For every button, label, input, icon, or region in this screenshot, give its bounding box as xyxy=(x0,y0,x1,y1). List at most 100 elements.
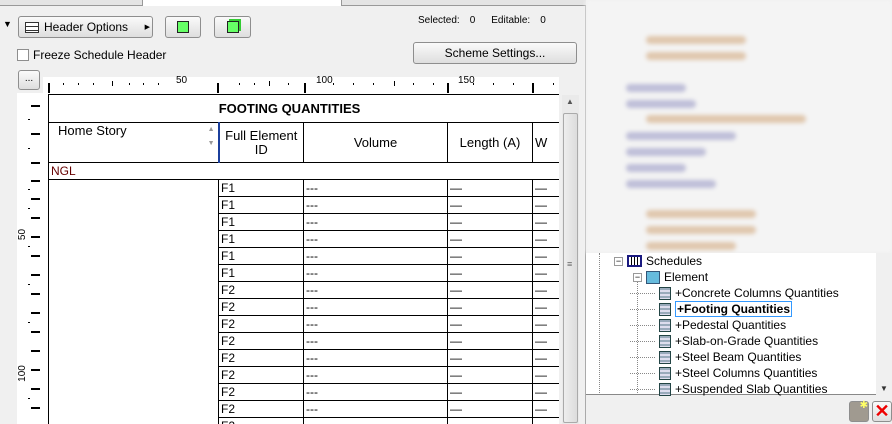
cell-volume[interactable]: --- xyxy=(303,196,448,214)
cell-element-id[interactable]: F1 xyxy=(218,179,304,197)
vertical-scrollbar[interactable]: ▲ ≡ xyxy=(562,95,579,424)
cell-volume[interactable]: --- xyxy=(303,298,448,316)
table-row[interactable]: F1---——— xyxy=(48,264,559,282)
table-row[interactable]: F2---——— xyxy=(48,315,559,333)
collapse-icon[interactable]: − xyxy=(614,256,623,266)
cell-home-story[interactable] xyxy=(48,366,219,384)
table-row[interactable]: F2---——— xyxy=(48,383,559,401)
cell-element-id[interactable]: F1 xyxy=(218,264,304,282)
cell-volume[interactable]: --- xyxy=(303,247,448,265)
cell-home-story[interactable] xyxy=(48,179,219,197)
cell-volume[interactable]: --- xyxy=(303,281,448,299)
cell-volume[interactable]: --- xyxy=(303,230,448,248)
cell-length[interactable]: — xyxy=(447,247,533,265)
group-row-ngl[interactable]: NGL xyxy=(47,162,559,180)
cell-w[interactable]: — xyxy=(531,417,559,424)
cell-length[interactable]: — xyxy=(447,366,533,384)
cell-element-id[interactable]: F2 xyxy=(218,366,304,384)
cell-w[interactable]: — xyxy=(531,196,559,214)
cell-length[interactable]: — xyxy=(447,315,533,333)
cell-home-story[interactable] xyxy=(48,298,219,316)
column-header-length[interactable]: Length (A) xyxy=(447,122,533,163)
cell-length[interactable]: — xyxy=(447,332,533,350)
select-rect-button[interactable] xyxy=(165,16,201,38)
table-row[interactable]: F2---——— xyxy=(48,400,559,418)
cell-w[interactable]: — xyxy=(531,332,559,350)
cell-length[interactable]: — xyxy=(447,213,533,231)
table-row[interactable]: F2---——— xyxy=(48,366,559,384)
tree-item-schedule[interactable]: +Footing Quantities xyxy=(630,301,792,317)
scroll-down-icon[interactable]: ▼ xyxy=(880,384,888,393)
cell-volume[interactable]: --- xyxy=(303,349,448,367)
cell-element-id[interactable]: F2 xyxy=(218,298,304,316)
table-row[interactable]: F2---——— xyxy=(48,298,559,316)
tree-item-schedule[interactable]: +Slab-on-Grade Quantities xyxy=(630,333,818,349)
table-row[interactable]: F1---——— xyxy=(48,230,559,248)
cell-length[interactable]: — xyxy=(447,400,533,418)
cell-volume[interactable]: --- xyxy=(303,417,448,424)
column-header-w[interactable]: W xyxy=(531,122,559,163)
cell-home-story[interactable] xyxy=(48,230,219,248)
table-row[interactable]: F2---——— xyxy=(48,281,559,299)
scroll-up-icon[interactable]: ▲ xyxy=(566,97,574,106)
cell-home-story[interactable] xyxy=(48,417,219,424)
cell-length[interactable]: — xyxy=(447,298,533,316)
cell-w[interactable]: — xyxy=(531,264,559,282)
header-options-button[interactable]: Header Options ▶ xyxy=(18,16,153,38)
cell-volume[interactable]: --- xyxy=(303,332,448,350)
cell-w[interactable]: — xyxy=(531,247,559,265)
cell-length[interactable]: — xyxy=(447,230,533,248)
checkbox[interactable] xyxy=(17,49,29,61)
cell-w[interactable]: — xyxy=(531,315,559,333)
cell-w[interactable]: — xyxy=(531,230,559,248)
table-row[interactable]: F2---——— xyxy=(48,417,559,424)
cell-element-id[interactable]: F2 xyxy=(218,332,304,350)
collapse-arrow-icon[interactable]: ▼ xyxy=(3,19,12,29)
cell-home-story[interactable] xyxy=(48,400,219,418)
tree-item-schedules[interactable]: − Schedules xyxy=(614,253,702,269)
cell-element-id[interactable]: F1 xyxy=(218,213,304,231)
tree-item-schedule[interactable]: +Steel Columns Quantities xyxy=(630,365,817,381)
tree-item-schedule[interactable]: +Concrete Columns Quantities xyxy=(630,285,839,301)
cell-element-id[interactable]: F1 xyxy=(218,247,304,265)
cell-length[interactable]: — xyxy=(447,417,533,424)
cell-home-story[interactable] xyxy=(48,332,219,350)
cell-home-story[interactable] xyxy=(48,349,219,367)
cell-volume[interactable]: --- xyxy=(303,400,448,418)
freeze-header-checkbox[interactable]: Freeze Schedule Header xyxy=(17,48,166,62)
active-tab[interactable] xyxy=(142,0,342,6)
cell-volume[interactable]: --- xyxy=(303,366,448,384)
table-row[interactable]: F1---——— xyxy=(48,213,559,231)
cell-length[interactable]: — xyxy=(447,281,533,299)
cell-w[interactable]: — xyxy=(531,179,559,197)
column-header-full-element-id[interactable]: Full Element ID xyxy=(218,122,304,163)
cell-volume[interactable]: --- xyxy=(303,315,448,333)
cell-volume[interactable]: --- xyxy=(303,383,448,401)
cell-element-id[interactable]: F2 xyxy=(218,315,304,333)
delete-button[interactable]: ✕ xyxy=(872,401,892,422)
cell-volume[interactable]: --- xyxy=(303,264,448,282)
cell-length[interactable]: — xyxy=(447,349,533,367)
cell-length[interactable]: — xyxy=(447,196,533,214)
cell-element-id[interactable]: F2 xyxy=(218,383,304,401)
cell-element-id[interactable]: F2 xyxy=(218,400,304,418)
column-header-home-story[interactable]: Home Story ▲ ▼ xyxy=(48,122,220,163)
cell-w[interactable]: — xyxy=(531,213,559,231)
cell-home-story[interactable] xyxy=(48,383,219,401)
table-row[interactable]: F2---——— xyxy=(48,349,559,367)
cell-element-id[interactable]: F2 xyxy=(218,281,304,299)
sort-arrows-icon[interactable]: ▲ ▼ xyxy=(208,126,215,147)
tree-scrollbar[interactable]: ▼ xyxy=(876,253,892,395)
table-row[interactable]: F1---——— xyxy=(48,196,559,214)
cell-volume[interactable]: --- xyxy=(303,179,448,197)
collapse-icon[interactable]: − xyxy=(633,272,642,282)
cell-w[interactable]: — xyxy=(531,400,559,418)
cell-w[interactable]: — xyxy=(531,281,559,299)
cell-home-story[interactable] xyxy=(48,264,219,282)
cell-w[interactable]: — xyxy=(531,366,559,384)
select-box-button[interactable] xyxy=(214,16,251,38)
tree-item-schedule[interactable]: +Steel Beam Quantities xyxy=(630,349,801,365)
cell-length[interactable]: — xyxy=(447,383,533,401)
tree-item-element[interactable]: − Element xyxy=(633,269,708,285)
cell-element-id[interactable]: F1 xyxy=(218,196,304,214)
